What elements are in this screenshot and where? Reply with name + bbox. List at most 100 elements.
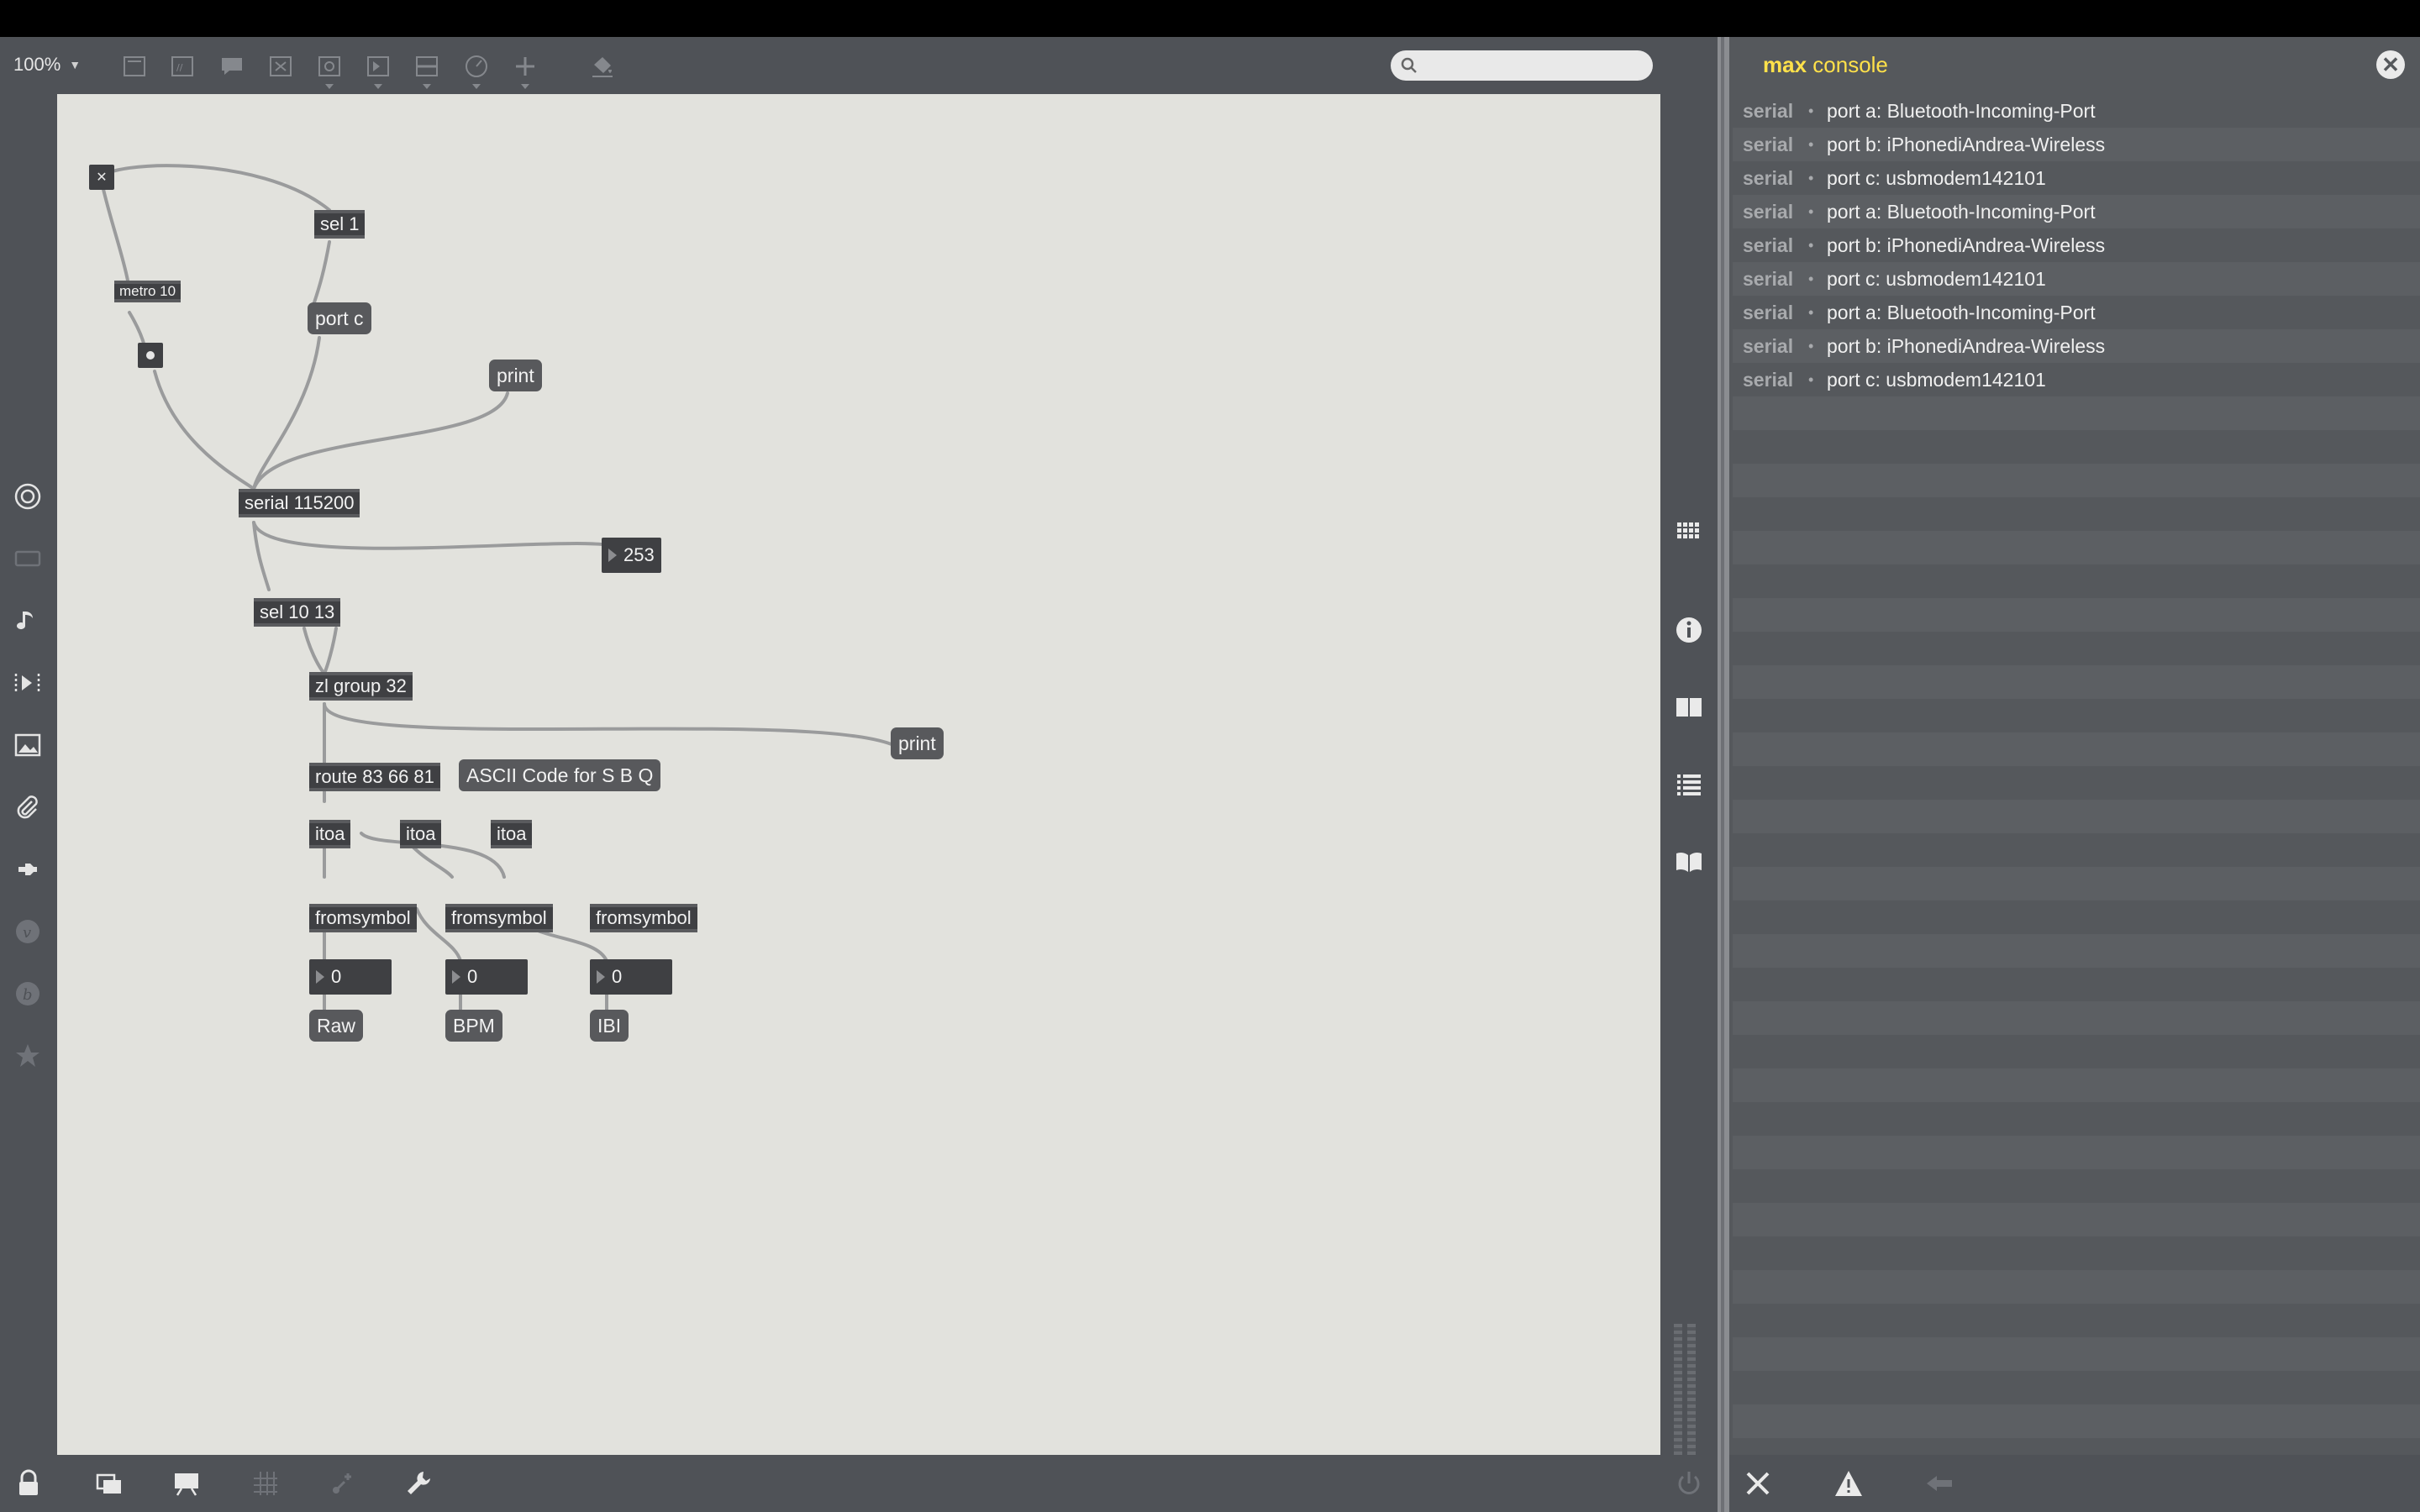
search-input[interactable] bbox=[1424, 54, 1643, 77]
number-box-253[interactable]: 253 bbox=[602, 538, 661, 573]
star-icon[interactable] bbox=[12, 1040, 44, 1072]
wrench-icon[interactable] bbox=[402, 1467, 435, 1500]
svg-text://: // bbox=[176, 62, 183, 73]
toggle-object-icon[interactable] bbox=[266, 52, 295, 81]
metro-object[interactable]: metro 10 bbox=[114, 281, 182, 302]
split-divider[interactable] bbox=[1718, 37, 1729, 1512]
new-object-icon[interactable] bbox=[120, 52, 149, 81]
console-list[interactable]: serial • port a: Bluetooth-Incoming-Port s… bbox=[1733, 94, 2420, 1455]
console-row[interactable]: serial • port c: usbmodem142101 bbox=[1733, 363, 2420, 396]
console-bullet: • bbox=[1808, 337, 1814, 354]
documentation-book-icon[interactable] bbox=[1672, 845, 1706, 879]
console-source: serial bbox=[1743, 234, 1794, 256]
print-message[interactable]: print bbox=[489, 360, 542, 391]
raw-message[interactable]: Raw bbox=[309, 1010, 364, 1042]
console-source: serial bbox=[1743, 368, 1794, 391]
bang-object-icon[interactable] bbox=[315, 52, 344, 89]
slider-object-icon[interactable] bbox=[413, 52, 441, 89]
toggle[interactable]: ✕ bbox=[89, 165, 114, 190]
itoa-object-3[interactable]: itoa bbox=[491, 820, 533, 848]
plug-icon[interactable] bbox=[12, 853, 44, 885]
patcher-toolbar: 100% ▼ // bbox=[0, 37, 1718, 94]
image-icon[interactable] bbox=[12, 729, 44, 761]
svg-text:v: v bbox=[23, 924, 31, 942]
paint-bucket-icon[interactable] bbox=[588, 52, 617, 81]
top-bar bbox=[0, 0, 2420, 37]
fromsymbol-object-1[interactable]: fromsymbol bbox=[309, 904, 417, 932]
number-value: 0 bbox=[612, 966, 623, 987]
film-icon[interactable] bbox=[12, 543, 44, 575]
number-object-icon[interactable] bbox=[364, 52, 392, 89]
target-icon[interactable] bbox=[12, 480, 44, 512]
vizzie-icon[interactable]: v bbox=[12, 916, 44, 948]
console-message: port c: usbmodem142101 bbox=[1827, 267, 2046, 290]
itoa-object-1[interactable]: itoa bbox=[309, 820, 351, 848]
paperclip-icon[interactable] bbox=[12, 791, 44, 823]
close-icon[interactable]: ✕ bbox=[2376, 50, 2405, 79]
music-note-icon[interactable] bbox=[12, 605, 44, 637]
console-message: port a: Bluetooth-Incoming-Port bbox=[1827, 200, 2096, 223]
fromsymbol-object-3[interactable]: fromsymbol bbox=[590, 904, 697, 932]
console-message: port c: usbmodem142101 bbox=[1827, 166, 2046, 189]
console-title-bold: max bbox=[1763, 52, 1807, 77]
patcher-canvas[interactable]: ✕ sel 1 metro 10 port c print serial 115… bbox=[57, 94, 1660, 1455]
number-box-ibi[interactable]: 0 bbox=[590, 959, 672, 995]
reference-icon[interactable] bbox=[1672, 690, 1706, 724]
patch-cords bbox=[99, 164, 909, 1020]
ibi-message[interactable]: IBI bbox=[590, 1010, 629, 1042]
search-icon bbox=[1401, 57, 1417, 73]
console-source: serial bbox=[1743, 200, 1794, 223]
number-box-raw[interactable]: 0 bbox=[309, 959, 392, 995]
number-value: 253 bbox=[623, 544, 655, 565]
serial-object[interactable]: serial 115200 bbox=[239, 489, 360, 517]
bang-button[interactable] bbox=[138, 343, 163, 368]
zl-group-object[interactable]: zl group 32 bbox=[309, 672, 413, 701]
info-icon[interactable] bbox=[1672, 613, 1706, 647]
sel-1-object[interactable]: sel 1 bbox=[314, 210, 366, 239]
add-object-icon[interactable] bbox=[511, 52, 539, 89]
dial-object-icon[interactable] bbox=[462, 52, 491, 89]
console-source: serial bbox=[1743, 301, 1794, 323]
snap-icon[interactable] bbox=[326, 1467, 360, 1500]
console-row[interactable]: serial • port b: iPhonediAndrea-Wireless bbox=[1733, 228, 2420, 262]
video-play-icon[interactable] bbox=[12, 667, 44, 699]
number-value: 0 bbox=[467, 966, 478, 987]
number-box-bpm[interactable]: 0 bbox=[445, 959, 528, 995]
console-row[interactable]: serial • port a: Bluetooth-Incoming-Port bbox=[1733, 195, 2420, 228]
grid-icon[interactable] bbox=[249, 1467, 282, 1500]
console-row[interactable]: serial • port c: usbmodem142101 bbox=[1733, 262, 2420, 296]
console-bullet: • bbox=[1808, 270, 1814, 287]
itoa-object-2[interactable]: itoa bbox=[400, 820, 442, 848]
console-row[interactable]: serial • port b: iPhonediAndrea-Wireless bbox=[1733, 128, 2420, 161]
console-bullet: • bbox=[1808, 236, 1814, 254]
keyboard-grid-icon[interactable] bbox=[1672, 512, 1706, 546]
comment-icon[interactable] bbox=[218, 52, 246, 81]
console-row[interactable]: serial • port a: Bluetooth-Incoming-Port bbox=[1733, 94, 2420, 128]
bpm-message[interactable]: BPM bbox=[445, 1010, 502, 1042]
beap-icon[interactable]: b bbox=[12, 978, 44, 1010]
sel-10-13-object[interactable]: sel 10 13 bbox=[254, 598, 341, 627]
console-row[interactable]: serial • port c: usbmodem142101 bbox=[1733, 161, 2420, 195]
power-icon[interactable] bbox=[1672, 1467, 1706, 1500]
clear-console-icon[interactable] bbox=[1741, 1467, 1775, 1500]
right-sidebar bbox=[1660, 94, 1718, 1509]
console-row[interactable]: serial • port a: Bluetooth-Incoming-Port bbox=[1733, 296, 2420, 329]
presentation-icon[interactable] bbox=[170, 1467, 203, 1500]
fromsymbol-object-2[interactable]: fromsymbol bbox=[445, 904, 553, 932]
warning-icon[interactable] bbox=[1832, 1467, 1865, 1500]
zoom-menu[interactable]: 100% ▼ bbox=[13, 54, 81, 76]
port-c-message[interactable]: port c bbox=[308, 302, 371, 334]
search-field[interactable] bbox=[1391, 50, 1653, 81]
console-bullet: • bbox=[1808, 303, 1814, 321]
lock-icon[interactable] bbox=[12, 1467, 45, 1500]
route-object[interactable]: route 83 66 81 bbox=[309, 763, 440, 791]
console-source: serial bbox=[1743, 133, 1794, 155]
new-message-icon[interactable]: // bbox=[168, 52, 197, 81]
windows-icon[interactable] bbox=[92, 1467, 126, 1500]
list-icon[interactable] bbox=[1672, 768, 1706, 801]
console-bullet: • bbox=[1808, 169, 1814, 186]
print-message-2[interactable]: print bbox=[891, 727, 944, 759]
console-row[interactable]: serial • port b: iPhonediAndrea-Wireless bbox=[1733, 329, 2420, 363]
console-source: serial bbox=[1743, 334, 1794, 357]
arrow-left-icon[interactable] bbox=[1923, 1467, 1956, 1500]
